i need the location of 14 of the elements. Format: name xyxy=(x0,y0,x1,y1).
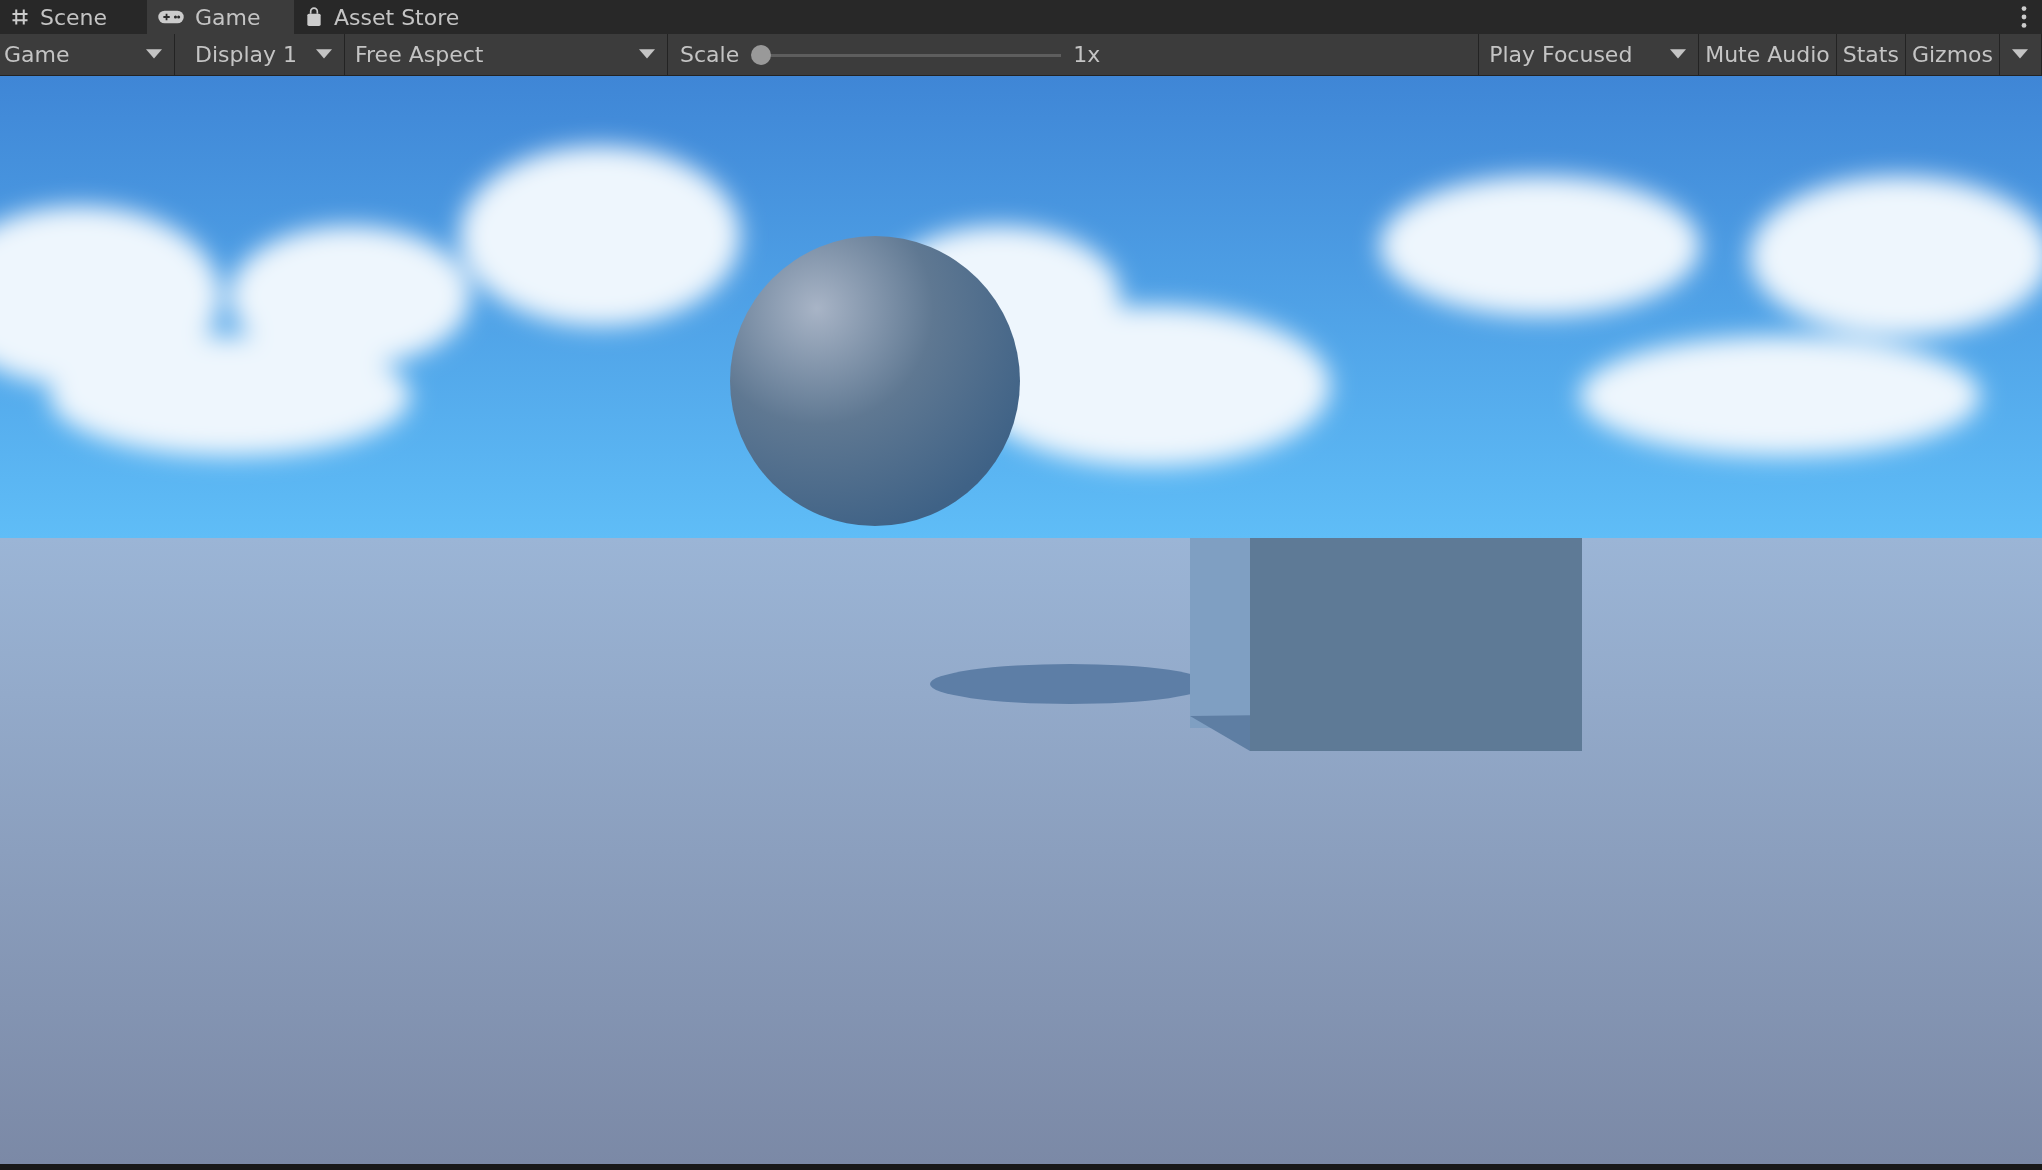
caret-icon xyxy=(639,49,655,60)
caret-icon xyxy=(146,49,162,60)
display-dropdown[interactable]: Display 1 xyxy=(175,34,345,75)
slider-thumb[interactable] xyxy=(751,44,772,65)
scale-label: Scale xyxy=(680,42,740,67)
view-dropdown[interactable]: Game xyxy=(0,34,175,75)
scale-value: 1x xyxy=(1073,42,1101,67)
aspect-dropdown[interactable]: Free Aspect xyxy=(345,34,668,75)
caret-icon xyxy=(316,49,332,60)
tab[interactable]: Game xyxy=(147,0,294,34)
caret-icon xyxy=(1670,49,1687,60)
caret-icon xyxy=(2012,49,2028,60)
more-options-icon[interactable] xyxy=(2020,5,2028,29)
grid-hash-icon xyxy=(10,7,30,27)
